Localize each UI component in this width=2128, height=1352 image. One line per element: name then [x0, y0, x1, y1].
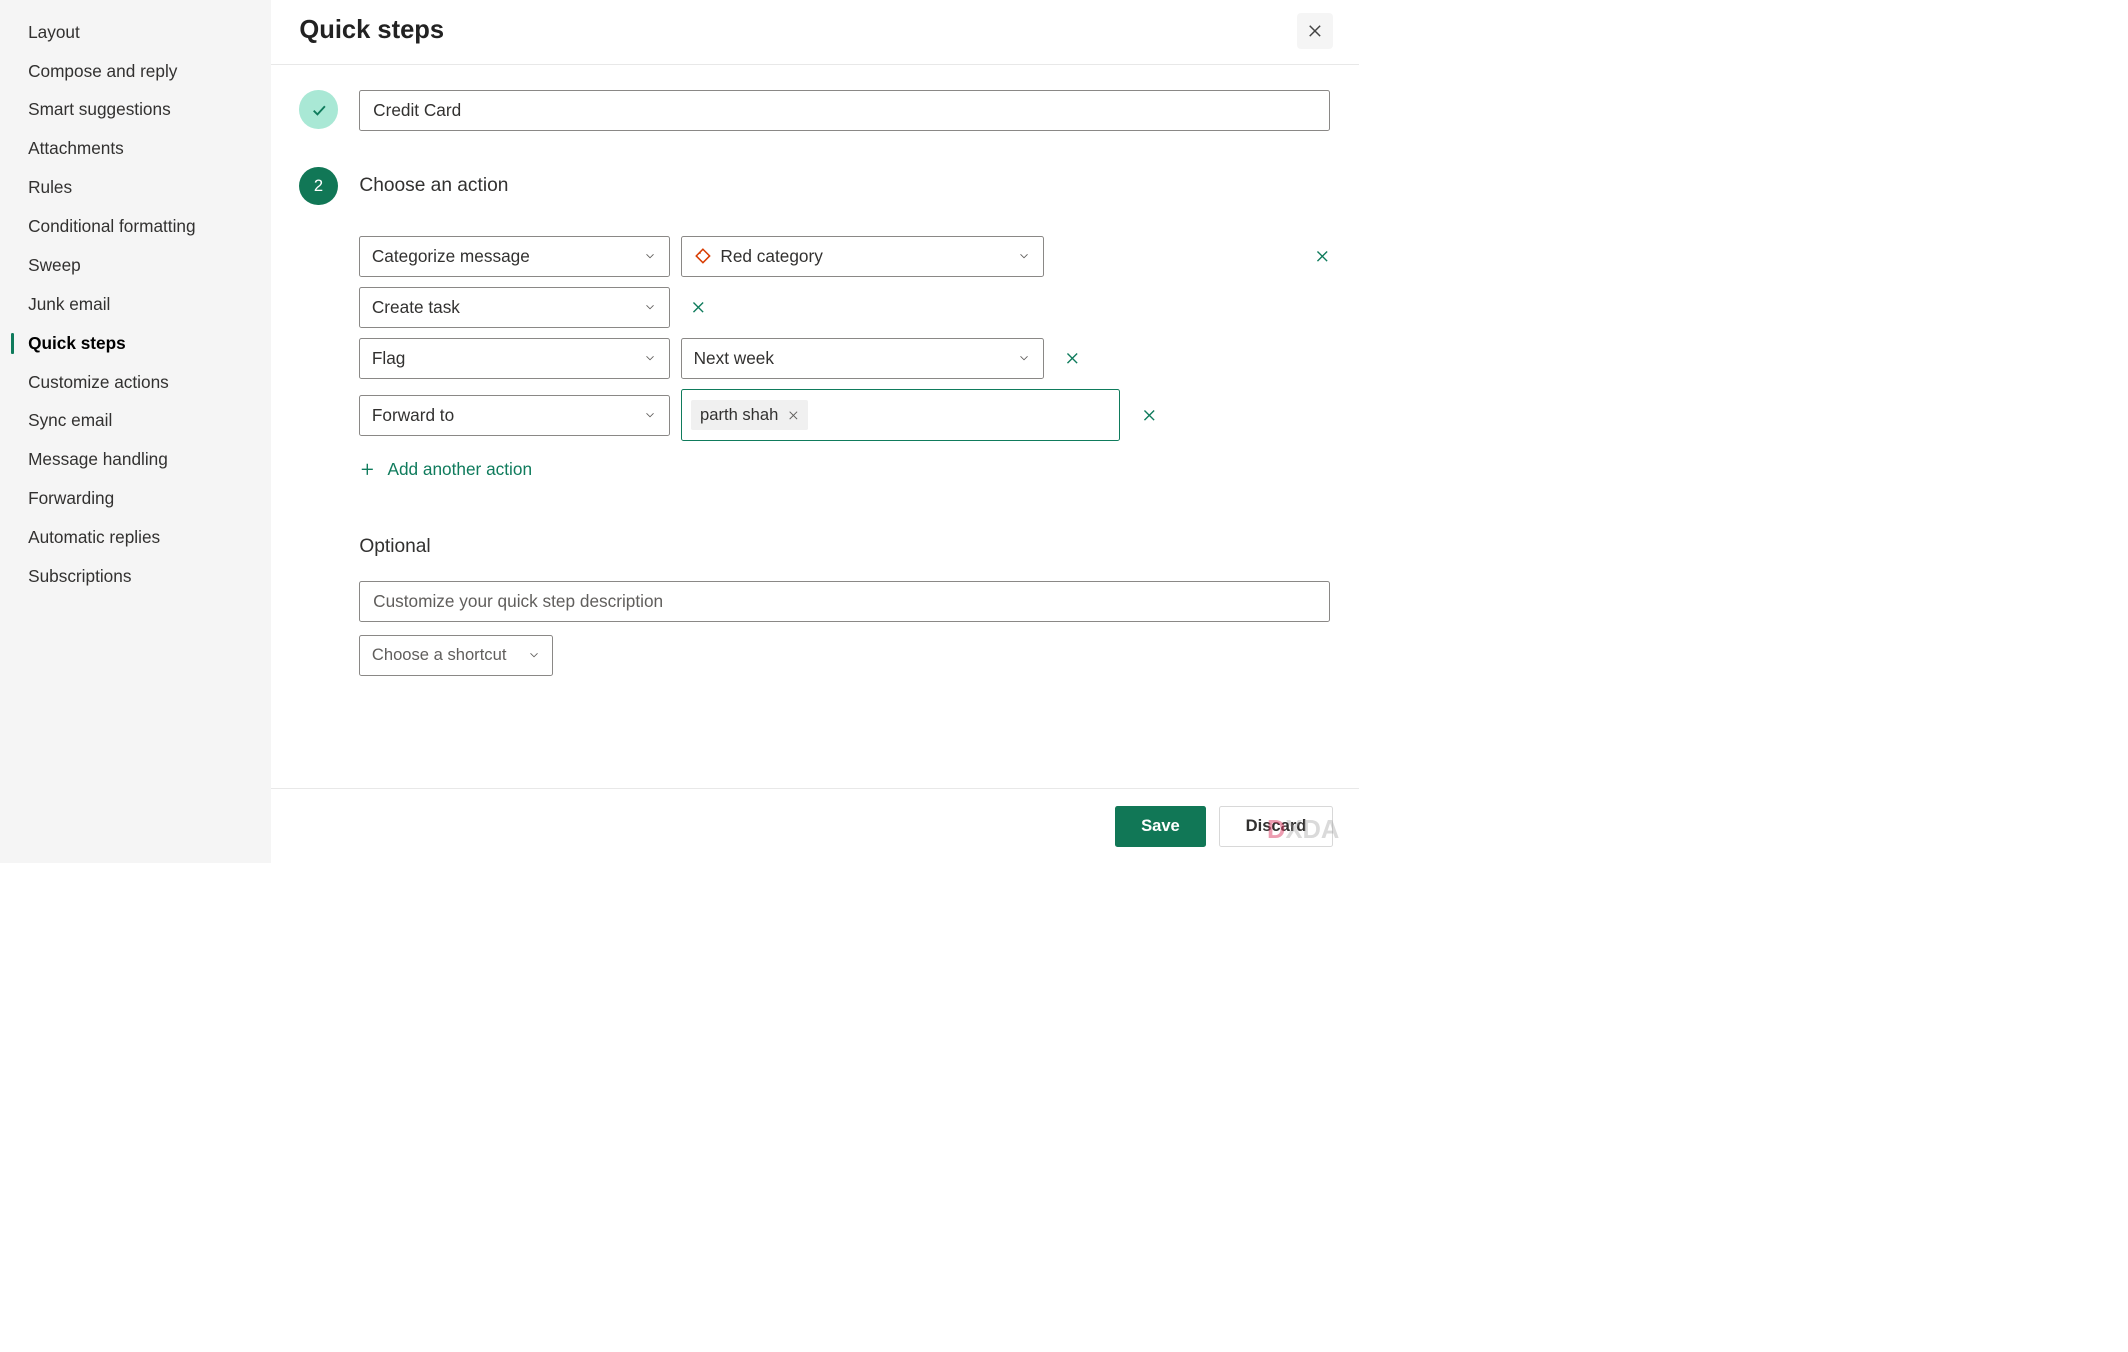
action-label: Flag [372, 348, 406, 369]
panel-footer: Save Discard [271, 788, 1358, 863]
shortcut-label: Choose a shortcut [372, 645, 507, 665]
chevron-down-icon [643, 300, 657, 314]
action-select-categorize[interactable]: Categorize message [359, 236, 669, 277]
sidebar-item-customize-actions[interactable]: Customize actions [0, 363, 271, 402]
action-select-forward-to[interactable]: Forward to [359, 395, 669, 436]
chevron-down-icon [1017, 351, 1031, 365]
action-select-create-task[interactable]: Create task [359, 287, 669, 328]
category-label: Red category [720, 246, 822, 267]
tag-icon [694, 247, 712, 265]
sidebar-item-subscriptions[interactable]: Subscriptions [0, 557, 271, 596]
sidebar-item-quick-steps[interactable]: Quick steps [0, 324, 271, 363]
sidebar-item-junk-email[interactable]: Junk email [0, 285, 271, 324]
remove-recipient-icon[interactable] [787, 409, 800, 422]
chevron-down-icon [1017, 249, 1031, 263]
sidebar-item-smart-suggestions[interactable]: Smart suggestions [0, 91, 271, 130]
sidebar-item-sweep[interactable]: Sweep [0, 246, 271, 285]
discard-button[interactable]: Discard [1219, 806, 1333, 847]
save-button[interactable]: Save [1115, 806, 1207, 847]
optional-heading: Optional [359, 536, 1330, 558]
check-icon [310, 101, 328, 119]
plus-icon [359, 461, 376, 478]
recipient-name: parth shah [700, 405, 778, 425]
recipient-pill[interactable]: parth shah [691, 400, 808, 430]
settings-sidebar: Layout Compose and reply Smart suggestio… [0, 0, 271, 863]
page-title: Quick steps [299, 16, 444, 45]
flag-label: Next week [694, 348, 774, 369]
action-select-flag[interactable]: Flag [359, 338, 669, 379]
step-1-badge [299, 90, 337, 128]
panel-header: Quick steps [271, 0, 1358, 65]
description-input[interactable] [359, 581, 1330, 622]
sidebar-item-rules[interactable]: Rules [0, 168, 271, 207]
remove-action-button[interactable] [690, 299, 707, 316]
sidebar-item-sync-email[interactable]: Sync email [0, 402, 271, 441]
quick-step-name-input[interactable] [359, 90, 1330, 131]
sidebar-item-message-handling[interactable]: Message handling [0, 440, 271, 479]
flag-due-select[interactable]: Next week [681, 338, 1044, 379]
sidebar-item-attachments[interactable]: Attachments [0, 129, 271, 168]
remove-action-button[interactable] [1314, 248, 1331, 265]
sidebar-item-forwarding[interactable]: Forwarding [0, 479, 271, 518]
forward-to-people-input[interactable]: parth shah [681, 389, 1120, 441]
remove-action-button[interactable] [1064, 350, 1081, 367]
sidebar-item-layout[interactable]: Layout [0, 13, 271, 52]
choose-action-heading: Choose an action [359, 175, 508, 197]
chevron-down-icon [643, 351, 657, 365]
chevron-down-icon [643, 249, 657, 263]
sidebar-item-conditional-formatting[interactable]: Conditional formatting [0, 207, 271, 246]
chevron-down-icon [643, 408, 657, 422]
close-icon [1306, 22, 1324, 40]
remove-action-button[interactable] [1141, 407, 1158, 424]
add-another-action-button[interactable]: Add another action [359, 459, 1330, 480]
sidebar-item-automatic-replies[interactable]: Automatic replies [0, 518, 271, 557]
category-select[interactable]: Red category [681, 236, 1044, 277]
action-label: Categorize message [372, 246, 530, 267]
close-button[interactable] [1297, 13, 1333, 49]
add-action-label: Add another action [387, 459, 532, 480]
sidebar-item-compose-reply[interactable]: Compose and reply [0, 52, 271, 91]
chevron-down-icon [527, 648, 541, 662]
step-2-badge: 2 [299, 167, 337, 205]
action-label: Forward to [372, 405, 454, 426]
shortcut-select[interactable]: Choose a shortcut [359, 635, 553, 676]
action-label: Create task [372, 297, 460, 318]
